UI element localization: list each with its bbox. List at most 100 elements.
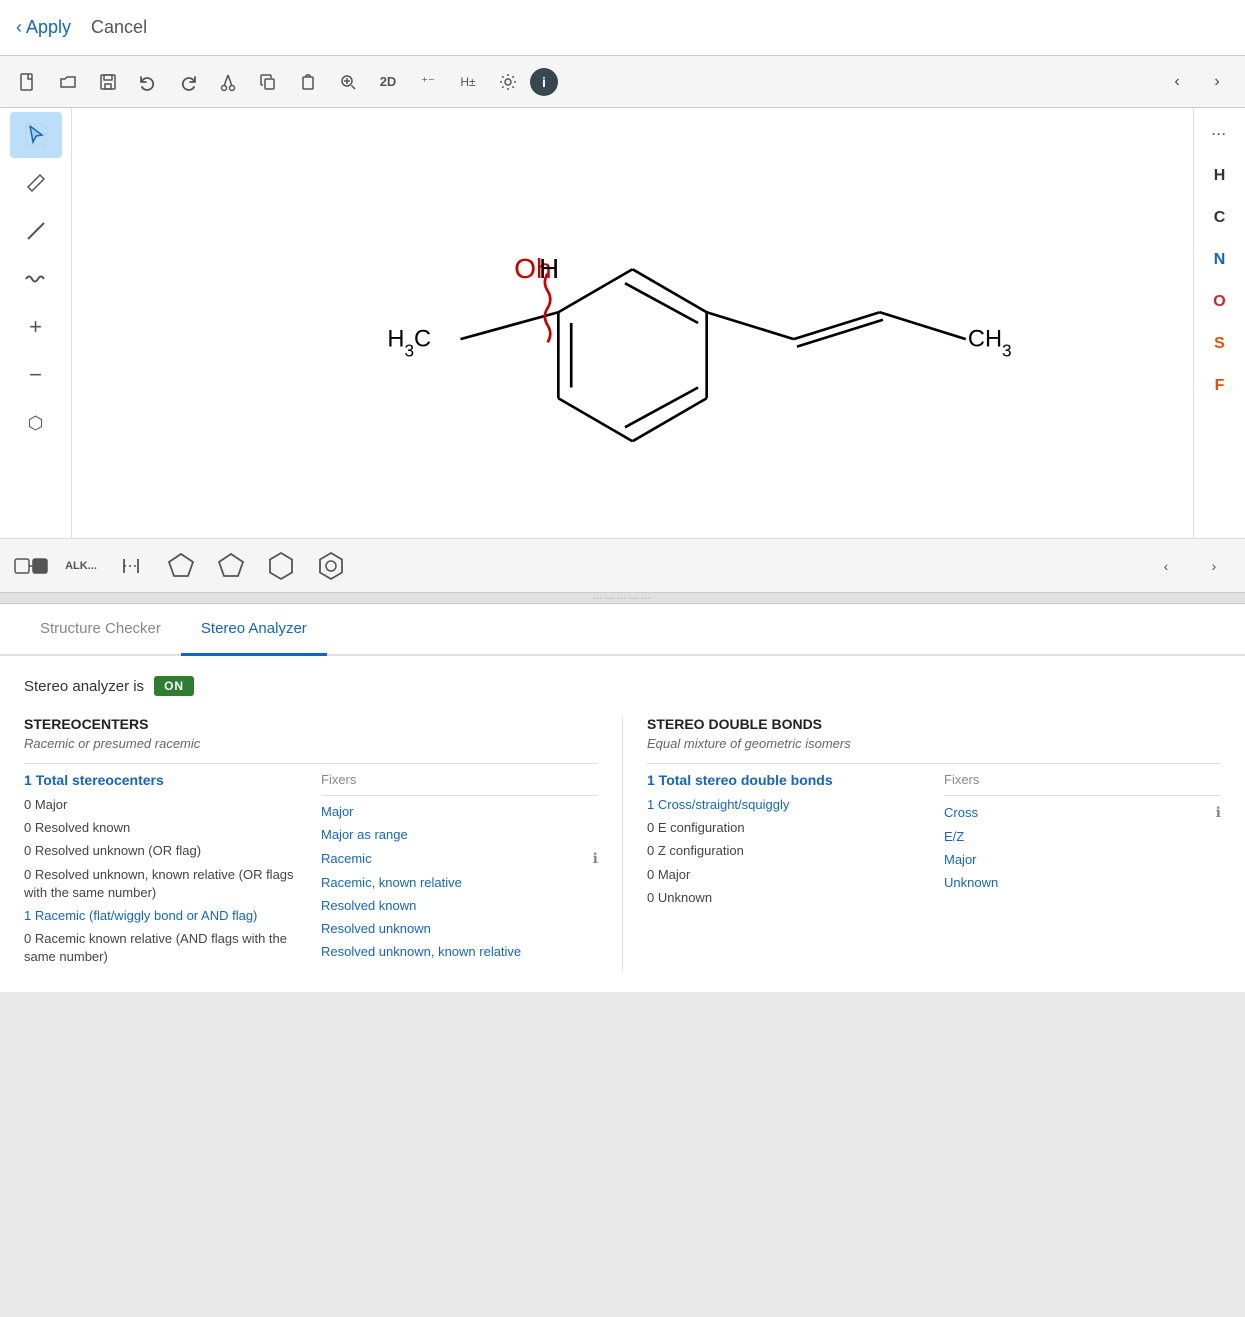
add-tool[interactable]: + <box>10 304 62 350</box>
svg-text:H3C: H3C <box>387 327 431 361</box>
bottom-tools: ALK... ‹ › <box>0 538 1245 592</box>
stat-racemic-link[interactable]: 1 Racemic (flat/wiggly bond or AND flag) <box>24 907 301 925</box>
open-button[interactable] <box>50 64 86 100</box>
stat-z-config: 0 Z configuration <box>647 842 924 860</box>
fixer-resolved-unknown-known-relative[interactable]: Resolved unknown, known relative <box>321 944 598 959</box>
bottom-arrow-left[interactable]: ‹ <box>1143 546 1189 586</box>
C-element-button[interactable]: C <box>1202 200 1238 236</box>
chain-button[interactable] <box>8 546 54 586</box>
stereo-double-bonds-fixers: Fixers Cross ℹ E/Z Major Unknown <box>944 772 1221 912</box>
stereocenters-title: STEREOCENTERS <box>24 716 598 732</box>
stereocenters-section: STEREOCENTERS Racemic or presumed racemi… <box>24 716 623 972</box>
fixer-major[interactable]: Major <box>321 804 598 819</box>
S-element-button[interactable]: S <box>1202 326 1238 362</box>
hydrogen-button[interactable]: H± <box>450 64 486 100</box>
canvas-area[interactable]: H3C Oh O H CH3 <box>72 108 1193 538</box>
H-element-button[interactable]: H <box>1202 158 1238 194</box>
grid-tool[interactable]: ··· <box>1202 116 1238 152</box>
alk-button[interactable]: ALK... <box>58 546 104 586</box>
stereo-double-bonds-stats: 1 Total stereo double bonds 1 Cross/stra… <box>647 772 924 912</box>
fixer-racemic[interactable]: Racemic ℹ <box>321 850 598 867</box>
cut-button[interactable] <box>210 64 246 100</box>
drag-dots-icon: ⋯⋯⋯⋯⋯ <box>593 593 653 604</box>
total-stereo-double-bonds-link[interactable]: 1 Total stereo double bonds <box>647 772 924 788</box>
bracket-button[interactable] <box>108 546 154 586</box>
cross-info-icon[interactable]: ℹ <box>1216 804 1221 821</box>
apply-button[interactable]: ‹ Apply <box>16 17 71 38</box>
stereo-double-bonds-subtitle: Equal mixture of geometric isomers <box>647 736 1221 751</box>
racemic-info-icon[interactable]: ℹ <box>593 850 598 867</box>
new-file-button[interactable] <box>10 64 46 100</box>
left-tools: + − ⬡ <box>0 108 72 538</box>
two-col-layout: STEREOCENTERS Racemic or presumed racemi… <box>24 716 1221 972</box>
fixer-major-as-range[interactable]: Major as range <box>321 827 598 842</box>
svg-text:H: H <box>539 253 559 284</box>
cancel-button[interactable]: Cancel <box>91 17 147 38</box>
select-tool[interactable] <box>10 112 62 158</box>
O-element-button[interactable]: O <box>1202 284 1238 320</box>
2d-button[interactable]: 2D <box>370 64 406 100</box>
template-tool[interactable]: ⬡ <box>10 400 62 446</box>
fixer-ez[interactable]: E/Z <box>944 829 1221 844</box>
bottom-tools-right: ‹ › <box>1143 546 1237 586</box>
right-tools: ··· H C N O S F <box>1193 108 1245 538</box>
hexagon-button[interactable] <box>258 546 304 586</box>
info-button[interactable]: i <box>530 68 558 96</box>
stereocenters-subtitle: Racemic or presumed racemic <box>24 736 598 751</box>
stereo-analyzer-label: Stereo analyzer is <box>24 678 144 695</box>
pentagon-button[interactable] <box>208 546 254 586</box>
undo-button[interactable] <box>130 64 166 100</box>
settings-button[interactable] <box>490 64 526 100</box>
stat-resolved-unknown-or: 0 Resolved unknown (OR flag) <box>24 842 301 860</box>
stat-unknown: 0 Unknown <box>647 889 924 907</box>
svg-text:O: O <box>514 253 536 284</box>
atom-map-button[interactable]: ⁺⁻ <box>410 64 446 100</box>
stereo-toggle[interactable]: ON <box>154 676 194 696</box>
lower-panel: Structure Checker Stereo Analyzer Stereo… <box>0 604 1245 992</box>
drag-handle[interactable]: ⋯⋯⋯⋯⋯ <box>0 592 1245 604</box>
molecule-svg: H3C Oh O H CH3 <box>72 108 1193 538</box>
bottom-arrow-right[interactable]: › <box>1191 546 1237 586</box>
cancel-label: Cancel <box>91 17 147 37</box>
total-stereocenters-link[interactable]: 1 Total stereocenters <box>24 772 301 788</box>
paste-button[interactable] <box>290 64 326 100</box>
toolbar-arrow-left[interactable]: ‹ <box>1159 64 1195 100</box>
svg-text:CH3: CH3 <box>968 327 1012 361</box>
toolbar-arrow-right[interactable]: › <box>1199 64 1235 100</box>
stat-resolved-unknown-known: 0 Resolved unknown, known relative (OR f… <box>24 866 301 902</box>
stereo-double-bonds-section: STEREO DOUBLE BONDS Equal mixture of geo… <box>623 716 1221 972</box>
editor-wrapper: + − ⬡ <box>0 108 1245 538</box>
stat-cross-straight[interactable]: 1 Cross/straight/squiggly <box>647 796 924 814</box>
fixer-cross[interactable]: Cross ℹ <box>944 804 1221 821</box>
stereo-double-bonds-inner: 1 Total stereo double bonds 1 Cross/stra… <box>647 772 1221 912</box>
benzene-button[interactable] <box>308 546 354 586</box>
redo-button[interactable] <box>170 64 206 100</box>
panel-content: Stereo analyzer is ON STEREOCENTERS Race… <box>0 656 1245 992</box>
stereo-header-row: Stereo analyzer is ON <box>24 676 1221 696</box>
pentagon-open-button[interactable] <box>158 546 204 586</box>
N-element-button[interactable]: N <box>1202 242 1238 278</box>
tab-bar: Structure Checker Stereo Analyzer <box>0 604 1245 656</box>
erase-tool[interactable] <box>10 160 62 206</box>
toolbar: 2D ⁺⁻ H± i ‹ › <box>0 56 1245 108</box>
fixer-resolved-unknown[interactable]: Resolved unknown <box>321 921 598 936</box>
bond-wavy-tool[interactable] <box>10 256 62 302</box>
stat-e-config: 0 E configuration <box>647 819 924 837</box>
stat-major: 0 Major <box>24 796 301 814</box>
minus-tool[interactable]: − <box>10 352 62 398</box>
stat-racemic-known: 0 Racemic known relative (AND flags with… <box>24 930 301 966</box>
stereo-analyzer-tab[interactable]: Stereo Analyzer <box>181 604 327 656</box>
save-button[interactable] <box>90 64 126 100</box>
stat-resolved-known: 0 Resolved known <box>24 819 301 837</box>
search-button[interactable] <box>330 64 366 100</box>
structure-checker-tab[interactable]: Structure Checker <box>20 604 181 656</box>
fixer-double-major[interactable]: Major <box>944 852 1221 867</box>
fixer-resolved-known[interactable]: Resolved known <box>321 898 598 913</box>
stat-double-major: 0 Major <box>647 866 924 884</box>
copy-button[interactable] <box>250 64 286 100</box>
fixer-racemic-known-relative[interactable]: Racemic, known relative <box>321 875 598 890</box>
F-element-button[interactable]: F <box>1202 368 1238 404</box>
fixer-unknown[interactable]: Unknown <box>944 875 1221 890</box>
fixers-header: Fixers <box>321 772 598 787</box>
bond-single-tool[interactable] <box>10 208 62 254</box>
